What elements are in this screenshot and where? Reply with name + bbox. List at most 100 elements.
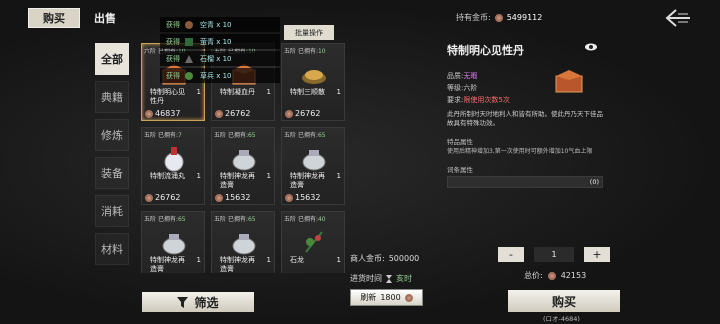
category-consumables[interactable]: 消耗 [95,195,129,227]
increase-button[interactable]: + [584,247,610,262]
item-name: 特制神龙再造膏 [220,172,255,189]
item-price: 15632 [215,193,250,202]
item-detail: 特制明心见性丹 品质:无暇 等级:六阶 要求:限使用次数5次 此丹所制时天时地利… [447,42,603,188]
coin-icon [494,13,503,22]
coin-icon [215,109,223,118]
restock-row: 进货时间 亥时 [350,273,419,284]
item-count: 1 [266,88,271,96]
restock-time: 亥时 [396,274,412,283]
item-name: 特制神龙再造膏 [150,256,185,273]
herb-icon [185,37,193,46]
item-name: 特制三顺散 [290,88,325,96]
refresh-cost: 1800 [380,293,401,302]
special-attr-title: 特品属性 [447,138,473,146]
category-cultivation[interactable]: 修炼 [95,119,129,151]
requirement-label: 要求: [447,96,464,104]
obtained-item: 萤青 x 10 [200,37,232,46]
herb-icon [185,20,193,29]
item-name: 特制明心见性丹 [150,88,185,105]
category-nav: 全部 典籍 修炼 装备 消耗 材料 [95,43,131,271]
decrease-button[interactable]: - [498,247,524,262]
hourglass-icon [386,274,392,283]
merchant-info: 商人金币: 500000 进货时间 亥时 [350,253,419,293]
item-card[interactable]: 五阶 已拥有:10 特制三顺散 1 26762 [281,43,345,121]
item-card[interactable]: 五阶 已拥有:40 石龙 1 [281,211,345,273]
tab-sell[interactable]: 出售 [94,10,116,26]
item-card[interactable]: 五阶 已拥有:65 特制神龙再造膏 1 15632 [211,127,275,205]
item-price-value: 15632 [295,193,321,202]
item-price: 26762 [285,109,320,118]
refresh-button[interactable]: 刷新 1800 [350,289,423,306]
quantity-input[interactable]: 1 [534,247,574,262]
coin-icon [145,109,153,118]
grade-value: 六阶 [463,84,478,92]
grade-label: 等级: [447,84,464,92]
category-books[interactable]: 典籍 [95,81,129,113]
player-gold-value: 5499112 [506,13,543,22]
obtained-item: 石榴 x 10 [200,54,232,63]
item-card[interactable]: 五阶 已拥有:7 特制流涌丸 1 26762 [141,127,205,205]
coin-icon [285,193,293,202]
tab-buy[interactable]: 购买 [28,8,80,28]
obtained-item: 空青 x 10 [200,20,232,29]
pot-icon [162,234,186,255]
item-tag: 五阶 已拥有:65 [214,216,256,223]
obtained-row: 获得 石榴 x 10 [160,51,280,66]
category-all[interactable]: 全部 [95,43,129,75]
pot-icon [232,150,256,171]
filter-button[interactable]: 筛选 [142,292,254,312]
entry-attr-bar: (0) [447,176,603,188]
item-name: 特制流涌丸 [150,172,185,180]
coin-icon [285,109,293,118]
refresh-label: 刷新 [360,293,377,302]
item-price-value: 46837 [155,109,181,118]
item-price: 26762 [145,193,180,202]
pill-box-icon [555,70,583,93]
coin-icon [404,293,413,302]
item-price-value: 15632 [225,193,251,202]
item-card[interactable]: 五阶 已拥有:65 特制神龙再造膏 1 [211,211,275,273]
special-attr-body: 使用后精神增加3,第一次使用时可额外增加10气血上限 [447,148,593,155]
item-name: 石龙 [290,256,304,264]
pot-icon [232,234,256,255]
item-name: 特制凝血丹 [220,88,255,96]
item-price: 26762 [215,109,250,118]
category-equipment[interactable]: 装备 [95,157,129,189]
stone-icon [185,54,193,63]
entry-attr-title: 词条属性 [447,166,473,174]
top-tabs: 购买 出售 [28,8,116,28]
coin-icon [215,193,223,202]
item-card[interactable]: 五阶 已拥有:65 特制神龙再造膏 1 15632 [281,127,345,205]
item-count: 1 [336,256,341,264]
obtained-row: 获得 空青 x 10 [160,17,280,32]
eye-icon[interactable] [584,42,598,52]
category-materials[interactable]: 材料 [95,233,129,265]
item-tag: 五阶 已拥有:7 [144,132,182,139]
herb-icon [185,71,193,80]
batch-operation-button[interactable]: 批量操作 [284,25,334,40]
item-count: 1 [266,256,271,264]
back-arrow-icon[interactable] [664,8,692,28]
obtained-item: 草兵 x 10 [200,71,232,80]
item-card[interactable]: 五阶 已拥有:65 特制神龙再造膏 1 [141,211,205,273]
player-gold: 持有金币: 5499112 [456,12,542,23]
item-count: 1 [196,256,201,264]
item-count: 1 [196,88,201,96]
obtained-row: 获得 萤青 x 10 [160,34,280,49]
filter-icon [177,296,189,308]
total-price: 总价: 42153 [524,270,586,281]
quality-label: 品质: [447,72,464,80]
coordinate-readout: (ロオ-4684) [543,315,580,323]
filter-label: 筛选 [194,295,219,310]
merchant-gold-label: 商人金币: [350,254,385,263]
pot-icon [302,150,326,171]
item-name: 特制神龙再造膏 [220,256,255,273]
buy-button[interactable]: 购买 [508,290,620,312]
item-count: 1 [336,172,341,180]
obtained-label: 获得 [166,37,180,46]
item-tag: 五阶 已拥有:40 [284,216,326,223]
bottle-icon [164,147,184,172]
item-price-value: 26762 [155,193,181,202]
quantity-stepper: - 1 + [498,247,610,262]
powder-icon [302,70,326,84]
